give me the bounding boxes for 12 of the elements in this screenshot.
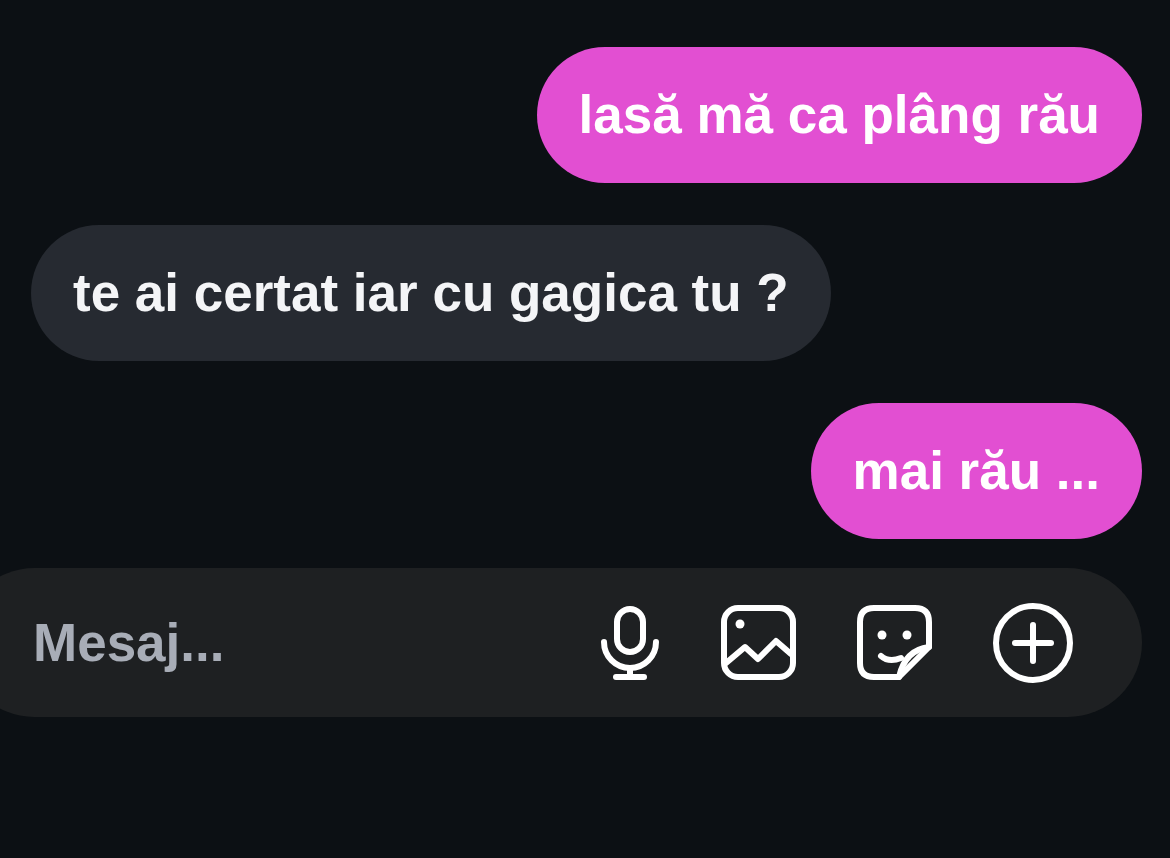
received-message-bubble: te ai certat iar cu gagica tu ? — [31, 225, 831, 361]
add-button[interactable] — [993, 602, 1073, 683]
image-button[interactable] — [721, 605, 796, 680]
microphone-icon — [600, 605, 660, 680]
sent-message-bubble: lasă mă ca plâng rău — [536, 47, 1142, 183]
message-input[interactable]: Mesaj... — [33, 609, 600, 676]
sent-message-bubble: mai rău ... — [810, 403, 1142, 539]
sticker-button[interactable] — [857, 605, 932, 680]
sticker-icon — [857, 605, 932, 680]
add-icon — [993, 602, 1073, 683]
image-icon — [721, 605, 796, 680]
microphone-button[interactable] — [600, 605, 660, 680]
